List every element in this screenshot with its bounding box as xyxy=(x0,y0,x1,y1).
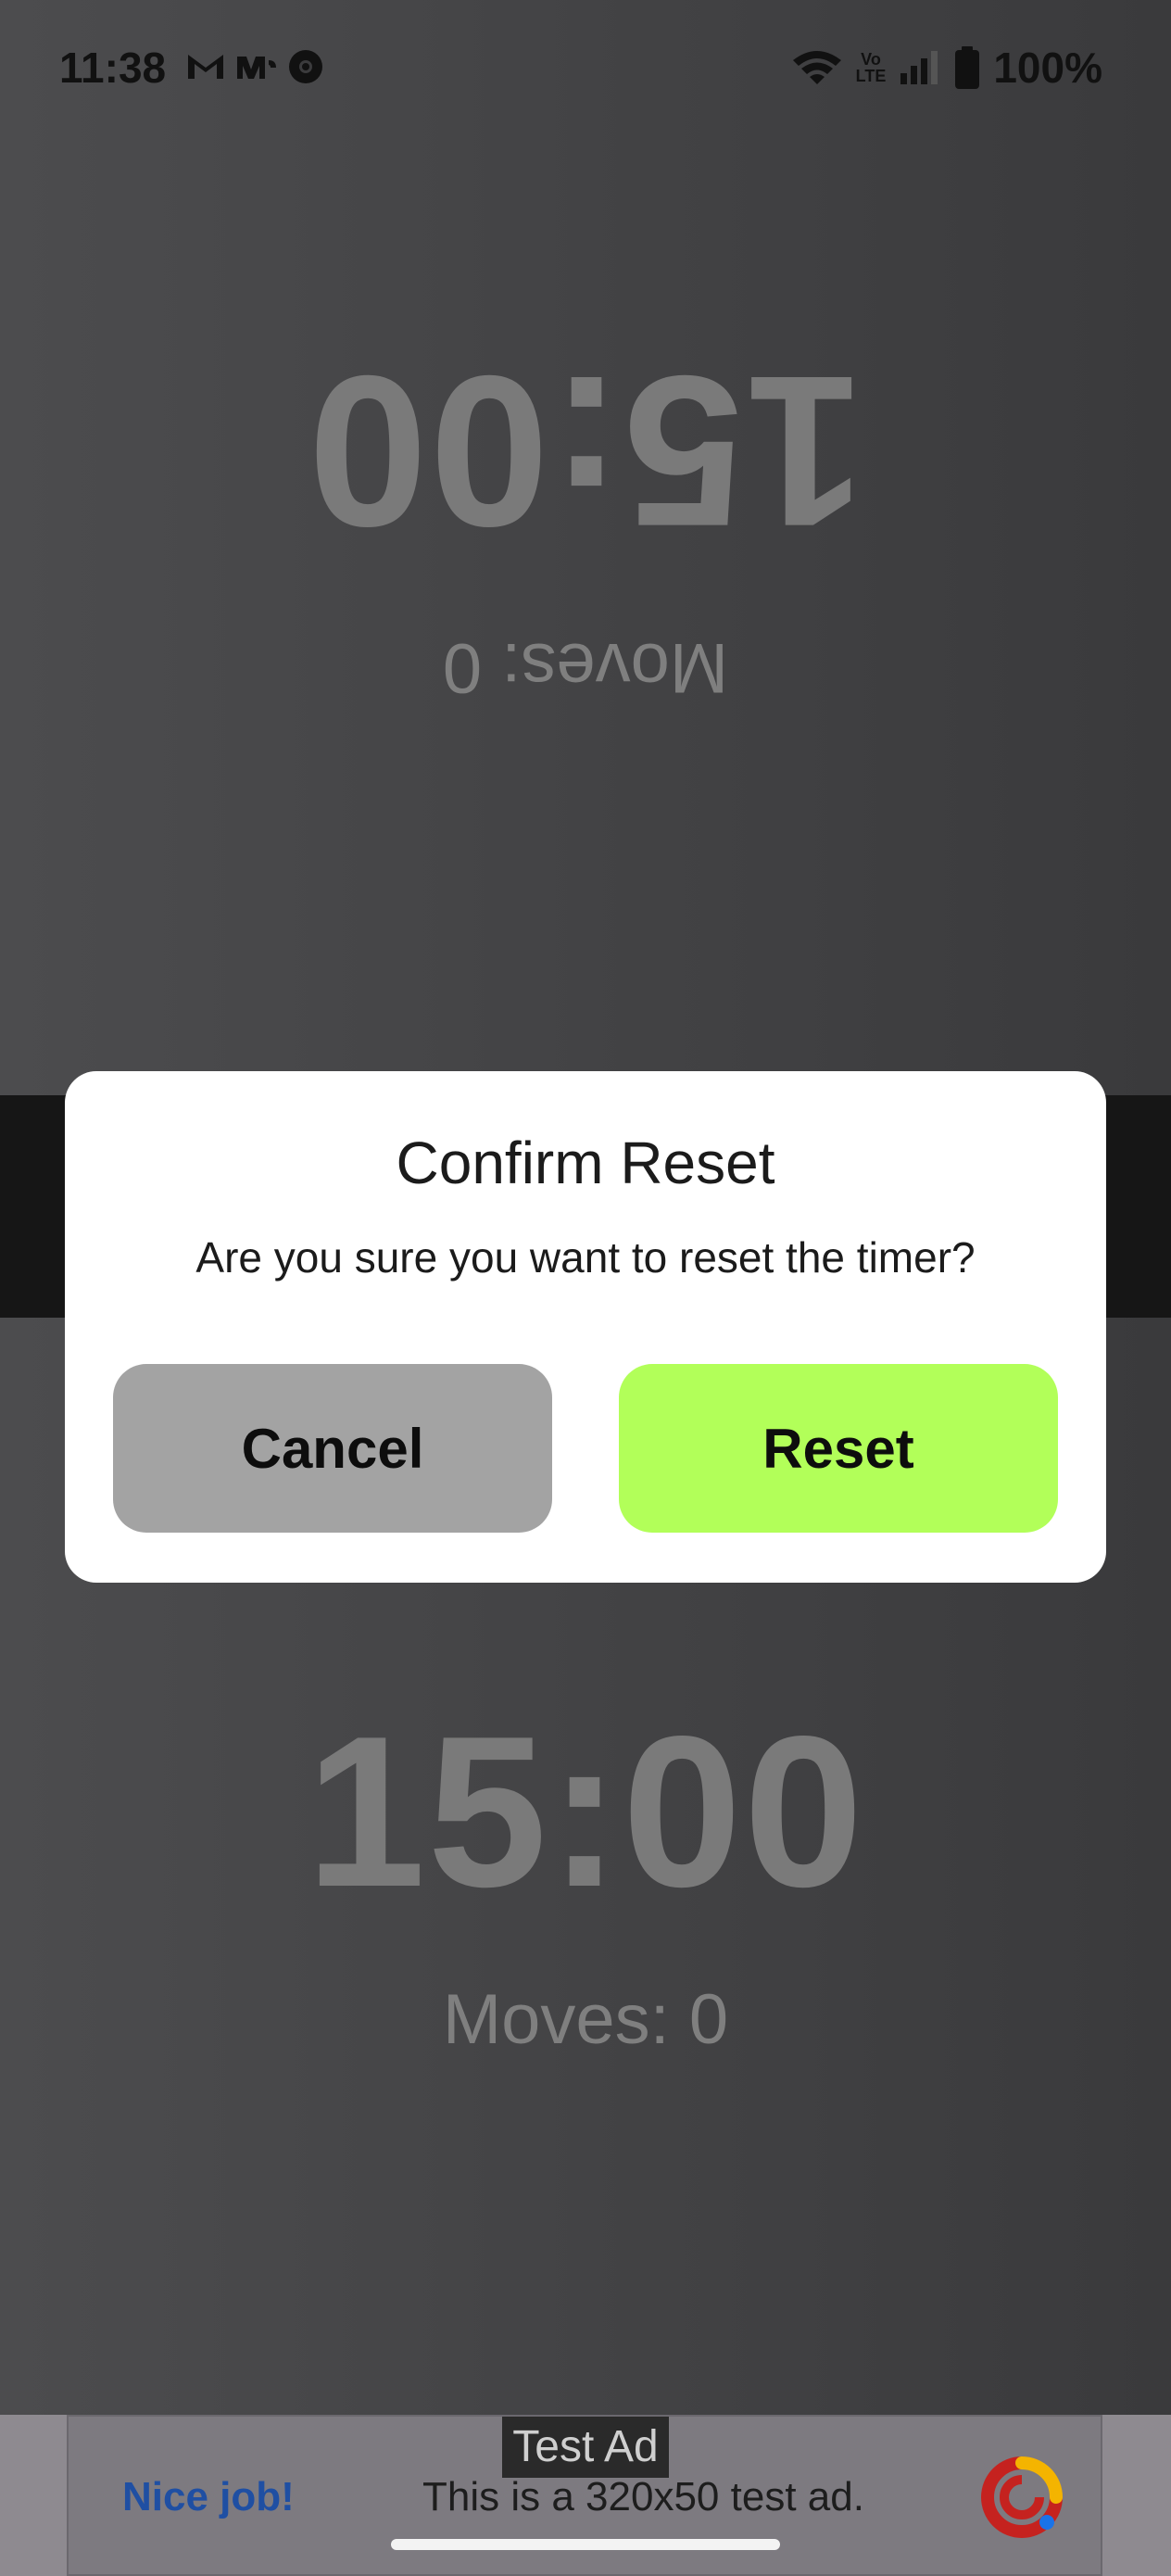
ad-cta-link[interactable]: Nice job! xyxy=(122,2474,295,2520)
reset-button[interactable]: Reset xyxy=(619,1364,1058,1533)
home-indicator[interactable] xyxy=(391,2539,780,2550)
ad-text: This is a 320x50 test ad. xyxy=(422,2474,864,2519)
confirm-reset-dialog: Confirm Reset Are you sure you want to r… xyxy=(65,1071,1106,1583)
cancel-button[interactable]: Cancel xyxy=(113,1364,552,1533)
ad-logo-icon xyxy=(981,2456,1063,2538)
chess-clock-screen: Moves: 0 15:00 15:00 Moves: 0 11:38 Vo L… xyxy=(0,0,1171,2576)
dialog-message: Are you sure you want to reset the timer… xyxy=(195,1233,976,1282)
dialog-title: Confirm Reset xyxy=(396,1130,775,1196)
ad-label: Test Ad xyxy=(502,2417,669,2478)
